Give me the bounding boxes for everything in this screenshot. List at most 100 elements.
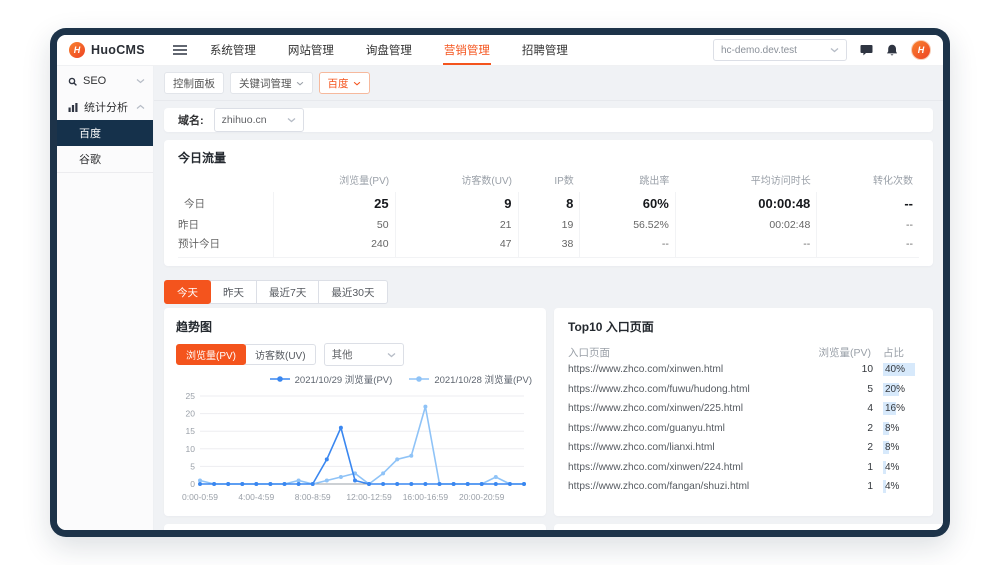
page-list-row: https://www.zhco.com/xinwen/225.html 4 16%	[568, 399, 925, 419]
traffic-cell: 47	[394, 234, 518, 258]
nav-item-5[interactable]: 招聘管理	[521, 35, 569, 65]
nav-item-1[interactable]: 系统管理	[209, 35, 257, 65]
chevron-down-icon	[830, 48, 839, 53]
traffic-cell: --	[816, 215, 919, 234]
huocms-logo-icon: H	[69, 42, 85, 58]
page-share-cell: 4%	[883, 460, 919, 474]
app-window: H HuoCMS 系统管理 网站管理 询盘管理 营销管理 招聘管理 hc-demo.de…	[50, 28, 950, 537]
user-avatar[interactable]: H	[911, 40, 931, 60]
other-metric-select[interactable]: 其他	[323, 343, 404, 366]
today-traffic-card: 今日流量 浏览量(PV) 访客数(UV) IP数 跳出率 平均访问时长 转化次数 今日 25…	[164, 140, 933, 266]
range-button-2[interactable]: 昨天	[210, 280, 257, 304]
legend-item-1[interactable]: 2021/10/29 浏览量(PV)	[269, 372, 392, 386]
svg-text:0: 0	[190, 479, 195, 489]
traffic-cell: 50	[272, 215, 396, 234]
svg-text:12:00-12:59: 12:00-12:59	[346, 492, 392, 502]
traffic-cell: 19	[517, 215, 580, 234]
sidebar: SEO 统计分析 百度 谷歌	[57, 66, 154, 530]
page-url-link[interactable]: https://www.zhco.com/guanyu.html	[568, 423, 819, 434]
page-list-row: https://www.zhco.com/lianxi.html 2 8%	[568, 438, 925, 458]
traffic-cell: 21	[394, 215, 518, 234]
traffic-row-label: 今日	[184, 198, 205, 210]
huocms-app: H HuoCMS 系统管理 网站管理 询盘管理 营销管理 招聘管理 hc-demo.de…	[57, 35, 943, 530]
message-icon[interactable]	[860, 44, 873, 56]
tab-chip-label: 关键词管理	[239, 77, 292, 90]
page-share-cell: 16%	[883, 402, 919, 416]
environment-select-value: hc-demo.dev.test	[721, 44, 797, 56]
traffic-col-spacer	[178, 168, 273, 192]
page-url-link[interactable]: https://www.zhco.com/fangan/shuzi.html	[568, 481, 819, 492]
sidebar-item-seo[interactable]: SEO	[57, 68, 153, 94]
share-value: 8%	[885, 442, 900, 454]
tab-chip-label: 百度	[327, 77, 349, 90]
charts-row: 趋势图 浏览量(PV) 访客数(UV) 其他 2021/10/29 浏览量(PV)…	[164, 308, 933, 516]
svg-text:5: 5	[190, 461, 195, 471]
metric-button-1[interactable]: 浏览量(PV)	[176, 344, 246, 365]
trend-card: 趋势图 浏览量(PV) 访客数(UV) 其他 2021/10/29 浏览量(PV)…	[164, 308, 546, 516]
chevron-down-icon	[387, 352, 395, 357]
traffic-col-6: 转化次数	[873, 176, 913, 187]
share-value: 4%	[885, 481, 900, 493]
sidebar-item-google[interactable]: 谷歌	[57, 146, 153, 173]
page-share-cell: 8%	[883, 421, 919, 435]
nav-item-2[interactable]: 网站管理	[287, 35, 335, 65]
chevron-down-icon	[136, 79, 145, 84]
page-list-row: https://www.zhco.com/xinwen.html 10 40%	[568, 360, 925, 380]
traffic-col-5: 平均访问时长	[750, 176, 811, 187]
bar-chart-icon	[68, 102, 78, 112]
share-value: 8%	[885, 422, 900, 434]
sidebar-item-baidu[interactable]: 百度	[57, 120, 153, 146]
range-button-3[interactable]: 最近7天	[256, 280, 320, 304]
page-url-link[interactable]: https://www.zhco.com/fuwu/hudong.html	[568, 384, 819, 395]
page-url-link[interactable]: https://www.zhco.com/xinwen/224.html	[568, 462, 819, 473]
tab-chip-1[interactable]: 控制面板	[164, 72, 224, 94]
traffic-cell: 00:00:48	[674, 192, 817, 215]
traffic-cell: 240	[272, 234, 396, 258]
share-value: 40%	[885, 364, 906, 376]
svg-text:0:00-0:59: 0:00-0:59	[182, 492, 218, 502]
top10-visited-pages-card: Top10 受访页面 受访页面 浏览量(PV) 占比 https://www.z…	[164, 524, 546, 530]
page-pv-value: 2	[867, 422, 873, 434]
tab-chip-3[interactable]: 百度	[318, 72, 370, 94]
nav-item-3[interactable]: 询盘管理	[365, 35, 413, 65]
traffic-cell: 56.52%	[579, 215, 676, 234]
page-url-link[interactable]: https://www.zhco.com/lianxi.html	[568, 442, 819, 453]
breadcrumb-tabs: 控制面板 关键词管理 百度	[154, 70, 943, 101]
entry-pages-title: Top10 入口页面	[568, 320, 654, 334]
environment-select[interactable]: hc-demo.dev.test	[713, 39, 847, 61]
col-share: 占比	[883, 347, 904, 359]
sidebar-item-statistics[interactable]: 统计分析	[57, 94, 153, 120]
date-range-group: 今天 昨天 最近7天 最近30天	[164, 280, 933, 304]
traffic-col-3: IP数	[554, 176, 574, 187]
range-button-1[interactable]: 今天	[164, 280, 211, 304]
menu-fold-icon[interactable]	[172, 35, 187, 65]
entry-pages-header: 入口页面 浏览量(PV) 占比	[568, 345, 925, 360]
page-share-cell: 4%	[883, 480, 919, 494]
traffic-cell: 60%	[579, 192, 676, 215]
page-url-link[interactable]: https://www.zhco.com/xinwen.html	[568, 364, 819, 375]
svg-text:8:00-8:59: 8:00-8:59	[295, 492, 331, 502]
page-share-cell: 40%	[883, 363, 919, 377]
svg-text:10: 10	[186, 444, 196, 454]
domain-select[interactable]: zhihuo.cn	[213, 108, 304, 132]
page-pv-value: 4	[867, 403, 873, 415]
chevron-down-icon	[353, 81, 360, 85]
seo-icon	[68, 77, 77, 86]
range-button-4[interactable]: 最近30天	[318, 280, 388, 304]
new-old-visitors-card: 新老访客 新访客老访客	[554, 524, 943, 530]
share-value: 4%	[885, 461, 900, 473]
page-pv-value: 1	[867, 481, 873, 493]
legend-item-2[interactable]: 2021/10/28 浏览量(PV)	[408, 372, 532, 386]
page-url-link[interactable]: https://www.zhco.com/xinwen/225.html	[568, 403, 819, 414]
nav-item-4[interactable]: 营销管理	[442, 35, 491, 65]
bell-icon[interactable]	[886, 44, 898, 57]
domain-select-value: zhihuo.cn	[221, 114, 267, 126]
traffic-cell: 8	[517, 192, 580, 215]
brand: H HuoCMS	[69, 35, 145, 65]
tab-chip-2[interactable]: 关键词管理	[230, 72, 313, 94]
page-list-row: https://www.zhco.com/guanyu.html 2 8%	[568, 419, 925, 439]
metric-button-2[interactable]: 访客数(UV)	[245, 344, 316, 365]
traffic-col-4: 跳出率	[639, 176, 670, 187]
page-share-cell: 20%	[883, 382, 919, 396]
traffic-row: 预计今日 240 47 38 -- -- --	[178, 234, 919, 258]
